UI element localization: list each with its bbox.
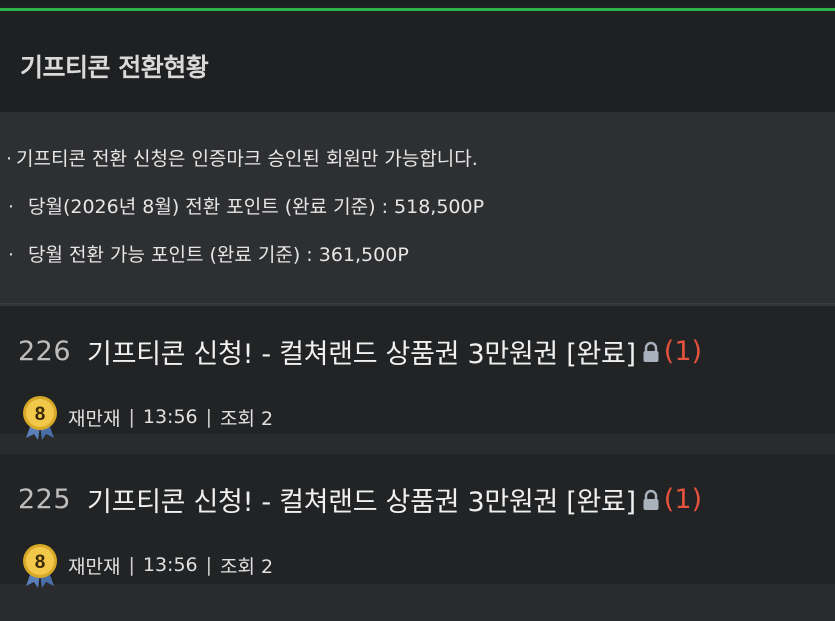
top-accent-bar: [0, 0, 835, 11]
meta-separator: |: [205, 554, 213, 576]
post-meta: 8 재만재 | 13:56 | 조회 2: [18, 394, 273, 440]
post-views: 조회 2: [220, 407, 274, 430]
post-item[interactable]: 226 기프티콘 신청! - 컬쳐랜드 상품권 3만원권 [완료] (1) 8: [0, 304, 835, 454]
bullet: ·: [8, 196, 15, 218]
lock-icon: [642, 341, 660, 363]
info-line-requirement: · 기프티콘 전환 신청은 인증마크 승인된 회원만 가능합니다.: [0, 148, 835, 196]
post-title-row[interactable]: 225 기프티콘 신청! - 컬쳐랜드 상품권 3만원권 [완료] (1): [18, 480, 702, 519]
level-number: 8: [35, 552, 46, 573]
post-number: 225: [18, 484, 72, 515]
comment-count[interactable]: (1): [664, 484, 702, 515]
info-line-monthly-points: · 당월(2026년 8월) 전환 포인트 (완료 기준) : 518,500P: [0, 196, 835, 244]
post-title-row[interactable]: 226 기프티콘 신청! - 컬쳐랜드 상품권 3만원권 [완료] (1): [18, 332, 702, 371]
post-views: 조회 2: [220, 555, 274, 578]
post-list: 226 기프티콘 신청! - 컬쳐랜드 상품권 3만원권 [완료] (1) 8: [0, 304, 835, 604]
meta-separator: |: [128, 406, 135, 428]
level-number: 8: [35, 404, 46, 425]
post-title[interactable]: 기프티콘 신청! - 컬쳐랜드 상품권 3만원권 [완료]: [87, 332, 636, 371]
info-line-available-points: · 당월 전환 가능 포인트 (완료 기준) : 361,500P: [0, 244, 835, 292]
level-badge-icon: 8: [18, 394, 62, 440]
info-text: 당월(2026년 8월) 전환 포인트 (완료 기준) : 518,500P: [28, 196, 485, 218]
page-header: 기프티콘 전환현황: [0, 4, 835, 112]
meta-separator: |: [205, 406, 213, 428]
post-item[interactable]: 225 기프티콘 신청! - 컬쳐랜드 상품권 3만원권 [완료] (1) 8: [0, 454, 835, 604]
lock-icon: [642, 489, 660, 511]
info-text: 기프티콘 전환 신청은 인증마크 승인된 회원만 가능합니다.: [16, 148, 478, 170]
post-author[interactable]: 재만재: [68, 404, 120, 431]
post-time: 13:56: [142, 406, 198, 428]
post-author[interactable]: 재만재: [68, 552, 120, 579]
bullet: ·: [8, 244, 15, 266]
post-title[interactable]: 기프티콘 신청! - 컬쳐랜드 상품권 3만원권 [완료]: [87, 480, 636, 519]
post-time: 13:56: [142, 554, 198, 576]
level-badge-icon: 8: [18, 542, 62, 588]
post-number: 226: [18, 336, 72, 367]
bullet: ·: [6, 148, 13, 170]
comment-count[interactable]: (1): [664, 336, 702, 367]
info-panel: · 기프티콘 전환 신청은 인증마크 승인된 회원만 가능합니다. · 당월(202…: [0, 112, 835, 304]
post-meta: 8 재만재 | 13:56 | 조회 2: [18, 542, 273, 588]
info-text: 당월 전환 가능 포인트 (완료 기준) : 361,500P: [28, 244, 409, 266]
page-title: 기프티콘 전환현황: [20, 53, 209, 82]
meta-separator: |: [128, 554, 135, 576]
